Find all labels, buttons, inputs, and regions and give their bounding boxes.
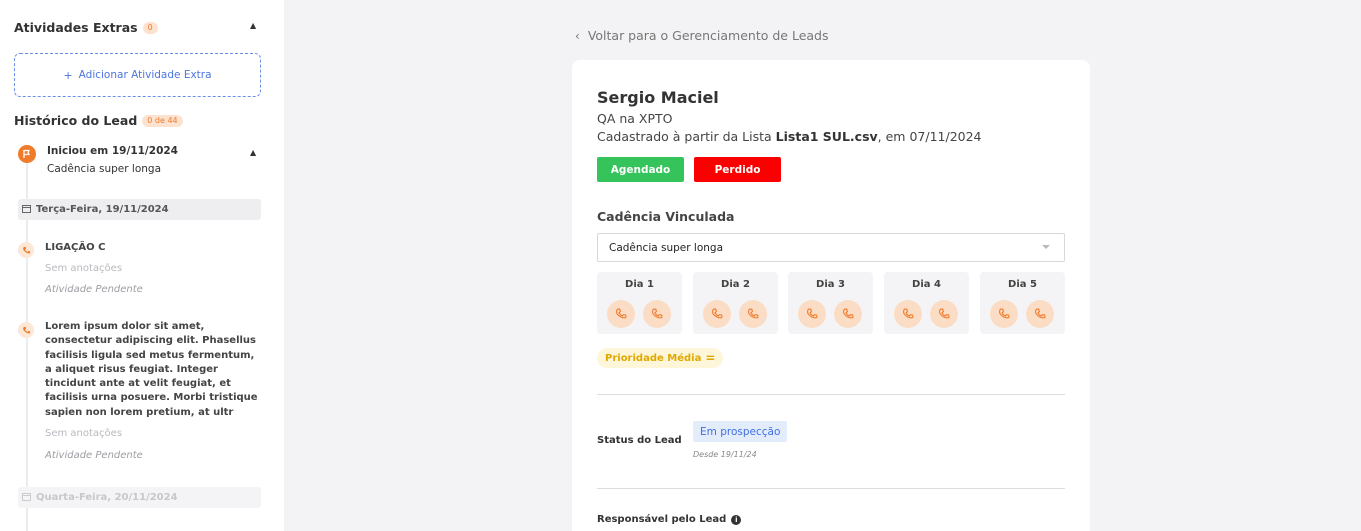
cadence-day-label: Dia 3	[816, 279, 845, 290]
day-separator: Quarta-Feira, 20/11/2024	[18, 487, 261, 508]
lead-status-since: Desde 19/11/24	[693, 450, 757, 459]
sidebar: Atividades Extras 0 ▲ + Adicionar Ativid…	[0, 0, 284, 531]
day-separator: Terça-Feira, 19/11/2024	[18, 199, 261, 220]
cadence-select-value: Cadência super longa	[609, 241, 724, 254]
lead-status-label: Status do Lead	[597, 435, 682, 446]
cadence-select[interactable]: Cadência super longa	[597, 233, 1065, 262]
registration-suffix: , em 07/11/2024	[877, 129, 982, 144]
tag-scheduled[interactable]: Agendado	[597, 157, 684, 182]
priority-badge: Prioridade Média =	[597, 348, 724, 368]
phone-icon[interactable]	[894, 300, 922, 328]
priority-medium-icon: =	[705, 351, 716, 365]
activity-status: Atividade Pendente	[45, 284, 143, 295]
activity-notes: Sem anotações	[45, 428, 123, 439]
collapse-extras-icon[interactable]: ▲	[250, 21, 256, 30]
lead-card: Sergio Maciel QA na XPTO Cadastrado à pa…	[572, 60, 1090, 531]
lead-name: Sergio Maciel	[597, 88, 719, 107]
history-title: Histórico do Lead	[14, 113, 138, 128]
plus-icon: +	[63, 68, 73, 82]
phone-icon[interactable]	[930, 300, 958, 328]
phone-icon[interactable]	[703, 300, 731, 328]
add-extra-activity-button[interactable]: + Adicionar Atividade Extra	[14, 53, 261, 97]
cadence-section-title: Cadência Vinculada	[597, 209, 735, 224]
extras-title: Atividades Extras	[14, 20, 138, 35]
day-separator-label: Terça-Feira, 19/11/2024	[36, 204, 169, 215]
lead-status-badge[interactable]: Em prospecção	[693, 421, 788, 442]
cadence-day-label: Dia 5	[1008, 279, 1037, 290]
activity-status: Atividade Pendente	[45, 450, 143, 461]
extras-header: Atividades Extras 0	[14, 20, 158, 35]
calendar-icon	[22, 492, 31, 504]
phone-icon[interactable]	[739, 300, 767, 328]
cadence-day-card: Dia 1	[597, 272, 682, 334]
lead-role: QA na XPTO	[597, 111, 673, 126]
extras-count-badge: 0	[142, 21, 158, 34]
phone-icon[interactable]	[1026, 300, 1054, 328]
chevron-left-icon: ‹	[575, 28, 580, 43]
flag-icon	[18, 145, 36, 163]
phone-icon[interactable]	[607, 300, 635, 328]
phone-icon	[18, 242, 34, 258]
cadence-day-label: Dia 1	[625, 279, 654, 290]
registration-list-name: Lista1 SUL.csv	[775, 129, 878, 144]
activity-title[interactable]: LIGAÇÃO C	[45, 241, 263, 255]
divider	[597, 488, 1065, 489]
priority-label: Prioridade Média	[605, 352, 702, 364]
tag-lost[interactable]: Perdido	[694, 157, 781, 182]
cadence-day-card: Dia 5	[980, 272, 1065, 334]
info-icon[interactable]: i	[731, 514, 742, 525]
calendar-icon	[22, 204, 31, 216]
back-link-label: Voltar para o Gerenciamento de Leads	[587, 28, 829, 43]
phone-icon[interactable]	[990, 300, 1018, 328]
cadence-day-card: Dia 2	[693, 272, 778, 334]
chevron-down-icon	[1042, 245, 1050, 249]
history-count-badge: 0 de 44	[142, 114, 183, 127]
lead-owner-label-text: Responsável pelo Lead	[597, 514, 727, 525]
activity-title[interactable]: Lorem ipsum dolor sit amet, consectetur …	[45, 320, 263, 420]
divider	[597, 394, 1065, 395]
phone-icon[interactable]	[834, 300, 862, 328]
registration-prefix: Cadastrado à partir da Lista	[597, 129, 776, 144]
cadence-day-card: Dia 4	[884, 272, 969, 334]
cadence-start-name: Cadência super longa	[47, 163, 162, 175]
lead-owner-label: Responsável pelo Lead i	[597, 514, 742, 525]
cadence-start-title: Iniciou em 19/11/2024	[47, 145, 178, 157]
add-extra-activity-label: Adicionar Atividade Extra	[78, 69, 212, 81]
collapse-history-icon[interactable]: ▲	[250, 148, 256, 157]
phone-icon	[18, 322, 34, 338]
cadence-day-card: Dia 3	[788, 272, 873, 334]
day-separator-label: Quarta-Feira, 20/11/2024	[36, 492, 178, 503]
phone-icon[interactable]	[798, 300, 826, 328]
activity-notes: Sem anotações	[45, 263, 123, 274]
phone-icon[interactable]	[643, 300, 671, 328]
cadence-day-label: Dia 2	[721, 279, 750, 290]
back-to-leads-link[interactable]: ‹ Voltar para o Gerenciamento de Leads	[575, 28, 829, 43]
cadence-day-label: Dia 4	[912, 279, 941, 290]
history-header: Histórico do Lead 0 de 44	[14, 113, 183, 128]
lead-registration: Cadastrado à partir da Lista Lista1 SUL.…	[597, 129, 982, 144]
